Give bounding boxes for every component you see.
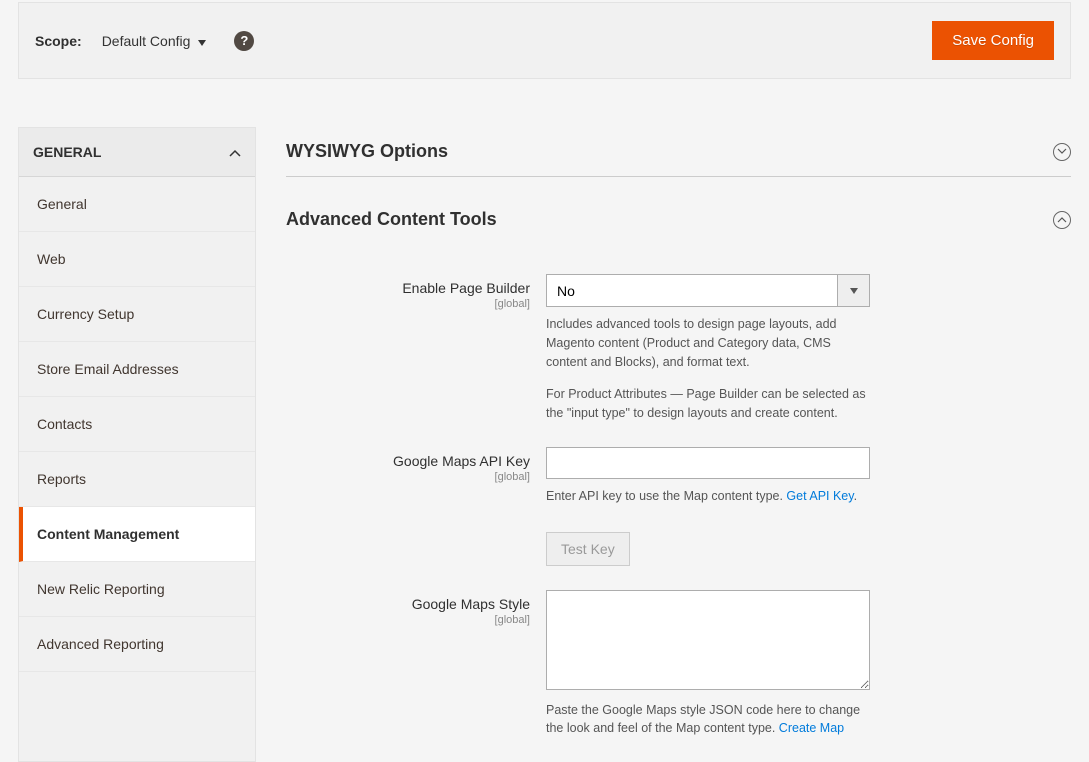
sidebar-item-currency-setup[interactable]: Currency Setup: [19, 287, 255, 342]
main-content: WYSIWYG Options Advanced Content Tools E…: [286, 127, 1071, 762]
field-note: Enter API key to use the Map content typ…: [546, 487, 870, 506]
field-maps-style: Google Maps Style [global] Paste the Goo…: [286, 590, 1071, 739]
field-scope: [global]: [286, 471, 530, 483]
sidebar: GENERAL General Web Currency Setup Store…: [18, 127, 256, 762]
collapse-icon: [1053, 211, 1071, 229]
field-enable-pagebuilder: Enable Page Builder [global] No Includes…: [286, 274, 1071, 423]
sidebar-item-advanced-reporting[interactable]: Advanced Reporting: [19, 617, 255, 672]
scope-select[interactable]: Default Config: [102, 33, 207, 49]
field-note: Includes advanced tools to design page l…: [546, 315, 870, 371]
field-note: Paste the Google Maps style JSON code he…: [546, 701, 870, 739]
accordion-title: Advanced Content Tools: [286, 209, 497, 230]
accordion-wysiwyg[interactable]: WYSIWYG Options: [286, 127, 1071, 177]
field-label: Google Maps API Key: [393, 453, 530, 469]
save-config-button[interactable]: Save Config: [932, 21, 1054, 60]
maps-api-key-input[interactable]: [546, 447, 870, 479]
chevron-up-icon: [229, 144, 241, 160]
caret-down-icon: [198, 33, 206, 49]
accordion-advanced[interactable]: Advanced Content Tools: [286, 195, 1071, 244]
enable-pagebuilder-select[interactable]: No: [546, 274, 870, 307]
sidebar-item-reports[interactable]: Reports: [19, 452, 255, 507]
field-note: For Product Attributes — Page Builder ca…: [546, 385, 870, 423]
expand-icon: [1053, 143, 1071, 161]
field-label: Google Maps Style: [412, 596, 530, 612]
field-maps-api-key: Google Maps API Key [global] Enter API k…: [286, 447, 1071, 566]
scope-select-value: Default Config: [102, 33, 191, 49]
advanced-body: Enable Page Builder [global] No Includes…: [286, 274, 1071, 738]
accordion-title: WYSIWYG Options: [286, 141, 448, 162]
field-label: Enable Page Builder: [402, 280, 530, 296]
sidebar-section-title: GENERAL: [33, 144, 101, 160]
sidebar-section-general[interactable]: GENERAL: [19, 128, 255, 177]
page-header: Scope: Default Config ? Save Config: [18, 2, 1071, 79]
help-icon[interactable]: ?: [234, 31, 254, 51]
sidebar-item-web[interactable]: Web: [19, 232, 255, 287]
field-scope: [global]: [286, 614, 530, 626]
sidebar-item-content-management[interactable]: Content Management: [19, 507, 255, 562]
get-api-key-link[interactable]: Get API Key: [786, 489, 853, 503]
field-scope: [global]: [286, 298, 530, 310]
sidebar-item-contacts[interactable]: Contacts: [19, 397, 255, 452]
sidebar-item-general[interactable]: General: [19, 177, 255, 232]
test-key-button[interactable]: Test Key: [546, 532, 630, 566]
sidebar-item-new-relic[interactable]: New Relic Reporting: [19, 562, 255, 617]
create-map-link[interactable]: Create Map: [779, 721, 844, 735]
maps-style-textarea[interactable]: [546, 590, 870, 690]
sidebar-item-store-email[interactable]: Store Email Addresses: [19, 342, 255, 397]
scope-label: Scope:: [35, 33, 82, 49]
